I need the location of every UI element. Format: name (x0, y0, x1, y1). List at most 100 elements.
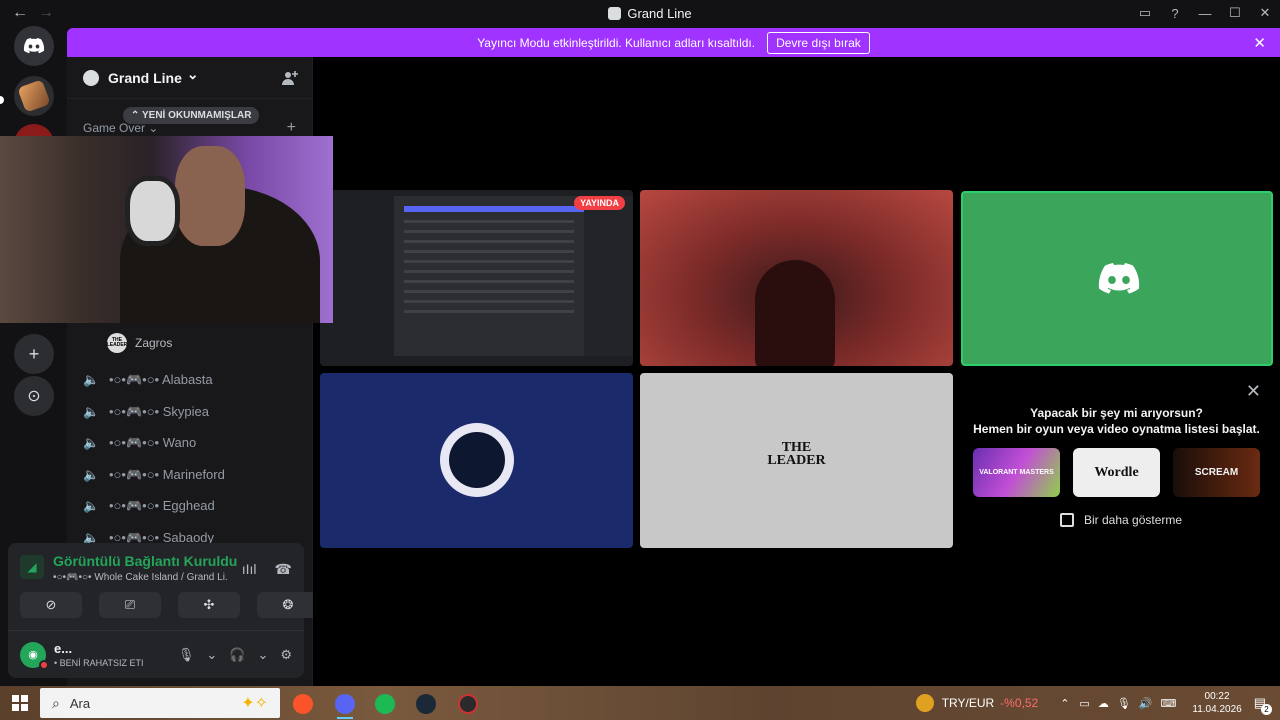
speaking-user-tile[interactable] (961, 191, 1273, 366)
server-avatar-1[interactable] (14, 76, 54, 116)
headphones-icon[interactable]: 🎧 (229, 647, 245, 663)
voice-channel-wano[interactable]: 🔈 •○•🎮•○• Wano (83, 431, 298, 455)
voice-channel-skypiea[interactable]: 🔈 •○•🎮•○• Skypiea (83, 400, 298, 424)
voice-buttons: ⊘ ⎚ ✣ ❂ (20, 592, 319, 618)
add-server-icon[interactable]: + (14, 334, 54, 374)
voice-channel-egghead[interactable]: 🔈 •○•🎮•○• Egghead (83, 494, 298, 518)
keyboard-icon[interactable]: ⌨ (1161, 697, 1177, 710)
windows-start-icon[interactable] (12, 695, 28, 711)
member-name: Zagros (135, 336, 173, 350)
wordle-activity[interactable]: Wordle (1073, 448, 1160, 497)
currency-icon (915, 694, 934, 712)
checkbox-box[interactable] (1060, 513, 1074, 527)
avatar-tile-blue[interactable] (320, 373, 633, 548)
channel-name: •○•🎮•○• Egghead (109, 498, 215, 513)
help-icon[interactable]: ? (1160, 6, 1190, 21)
window-title: Grand Line (0, 6, 1280, 21)
pip-webcam-overlay[interactable] (0, 136, 333, 323)
server-indicator (0, 96, 4, 104)
chevron-down-icon: ⌄ (186, 66, 199, 82)
brave-browser-icon[interactable] (293, 694, 313, 714)
inbox-icon[interactable]: ▭ (1130, 5, 1160, 21)
scream-activity[interactable]: SCREAM (1173, 448, 1260, 497)
activity-games: VALORANT MASTERS Wordle SCREAM (973, 448, 1260, 497)
person-silhouette (755, 260, 835, 366)
voice-status: ◢ Görüntülü Bağlantı Kuruldu •○•🎮•○• Who… (20, 553, 237, 583)
shared-screen-preview (334, 196, 633, 356)
new-unreads-pill[interactable]: ⌃ YENİ OKUNMAMIŞLAR (123, 107, 260, 124)
server-image (17, 79, 51, 113)
user-panel[interactable]: ◉ e... • BENİ RAHATSIZ ETI (20, 641, 144, 670)
voice-member[interactable]: THE LEADER Zagros (107, 333, 172, 353)
microphone-icon[interactable]: 🎙 (178, 647, 195, 663)
volume-icon[interactable]: 🔊 (1139, 697, 1153, 710)
avatar-tile-leader[interactable]: THE LEADER (640, 373, 953, 548)
search-input[interactable]: ⌕ Ara ✦✧ (40, 688, 280, 718)
headset (125, 176, 180, 246)
screen-share-button[interactable]: ⎚ (99, 592, 161, 618)
add-user-icon[interactable] (282, 70, 298, 86)
gear-icon[interactable]: ⚙ (280, 647, 292, 663)
network-icon[interactable]: ▭ (1079, 697, 1089, 710)
chevron-down-icon[interactable]: ⌄ (257, 647, 268, 663)
currency-pair[interactable]: TRY/EUR (942, 696, 994, 710)
voice-channel-path[interactable]: •○•🎮•○• Whole Cake Island / Grand Li... (53, 572, 228, 583)
voice-channel-alabasta[interactable]: 🔈 •○•🎮•○• Alabasta (83, 368, 298, 392)
dont-show-again-checkbox[interactable]: Bir daha gösterme (1060, 513, 1182, 527)
voice-status-title: Görüntülü Bağlantı Kuruldu (53, 553, 238, 569)
add-channel-icon[interactable]: + (287, 119, 296, 137)
guild-header[interactable]: Grand Line ⌄ (67, 57, 312, 99)
activity-title-line-2: Hemen bir oyun veya video oynatma listes… (973, 422, 1260, 436)
explore-icon[interactable]: ⊙ (14, 376, 54, 416)
minimize-button[interactable]: — (1190, 6, 1220, 21)
window-controls: ▭ ? — ☐ ✕ (1130, 0, 1280, 26)
close-icon[interactable]: ✕ (1246, 381, 1261, 402)
channel-name: •○•🎮•○• Wano (109, 435, 197, 450)
spotify-icon[interactable] (375, 694, 395, 714)
guild-icon (83, 69, 99, 86)
channel-name: •○•🎮•○• Skypiea (109, 404, 209, 419)
clock[interactable]: 00:22 11.04.2026 (1192, 690, 1241, 716)
maximize-button[interactable]: ☐ (1220, 5, 1250, 21)
search-placeholder: Ara (69, 695, 91, 711)
server-icon (608, 7, 622, 20)
soundboard-button[interactable]: ❂ (257, 592, 319, 618)
noise-suppression-icon[interactable]: ıIıl (242, 561, 257, 578)
activity-title-line-1: Yapacak bir şey mi arıyorsun? (1030, 406, 1203, 420)
disconnect-icon[interactable]: ☎ (275, 561, 292, 578)
avatar[interactable]: ◉ (20, 641, 49, 670)
close-window-button[interactable]: ✕ (1250, 5, 1280, 21)
checkbox-label: Bir daha gösterme (1084, 513, 1183, 527)
obs-icon[interactable] (458, 694, 478, 714)
currency-change: -%0,52 (1000, 696, 1039, 710)
steam-icon[interactable] (416, 694, 436, 714)
camera-off-button[interactable]: ⊘ (20, 592, 82, 618)
disable-streamer-mode-button[interactable]: Devre dışı bırak (767, 31, 870, 54)
leader-text-line-2: LEADER (767, 453, 826, 468)
voice-connection-panel: ◢ Görüntülü Bağlantı Kuruldu •○•🎮•○• Who… (8, 543, 319, 678)
speaker-icon: 🔈 (83, 467, 100, 482)
activities-button[interactable]: ✣ (178, 592, 240, 618)
channel-name: •○•🎮•○• Marineford (109, 467, 225, 482)
discord-app-icon[interactable] (335, 694, 355, 714)
guild-name: Grand Line (108, 69, 182, 86)
activity-title: Yapacak bir şey mi arıyorsun? Hemen bir … (960, 405, 1273, 437)
video-stage (313, 57, 1280, 686)
chevron-down-icon[interactable]: ⌄ (206, 647, 217, 663)
notification-icon[interactable]: ▤ 2 (1254, 695, 1272, 715)
discord-logo-icon (1097, 263, 1141, 300)
close-icon[interactable]: ✕ (1253, 34, 1266, 52)
discord-home-icon[interactable] (14, 26, 54, 66)
signal-icon[interactable]: ◢ (20, 555, 44, 579)
member-avatar: THE LEADER (107, 333, 127, 353)
screen-share-tile[interactable]: YAYINDA (320, 190, 633, 366)
cloud-icon[interactable]: ☁ (1098, 697, 1109, 710)
valorant-activity[interactable]: VALORANT MASTERS (973, 448, 1060, 497)
microphone-tray-icon[interactable]: 🎙 (1117, 697, 1131, 710)
camera-tile[interactable] (640, 190, 953, 366)
voice-channel-marineford[interactable]: 🔈 •○•🎮•○• Marineford (83, 463, 298, 487)
notification-count: 2 (1261, 704, 1272, 715)
preview-sidebar (334, 196, 394, 356)
chevron-up-icon[interactable]: ⌃ (1060, 697, 1069, 710)
speaker-icon: 🔈 (83, 498, 100, 513)
